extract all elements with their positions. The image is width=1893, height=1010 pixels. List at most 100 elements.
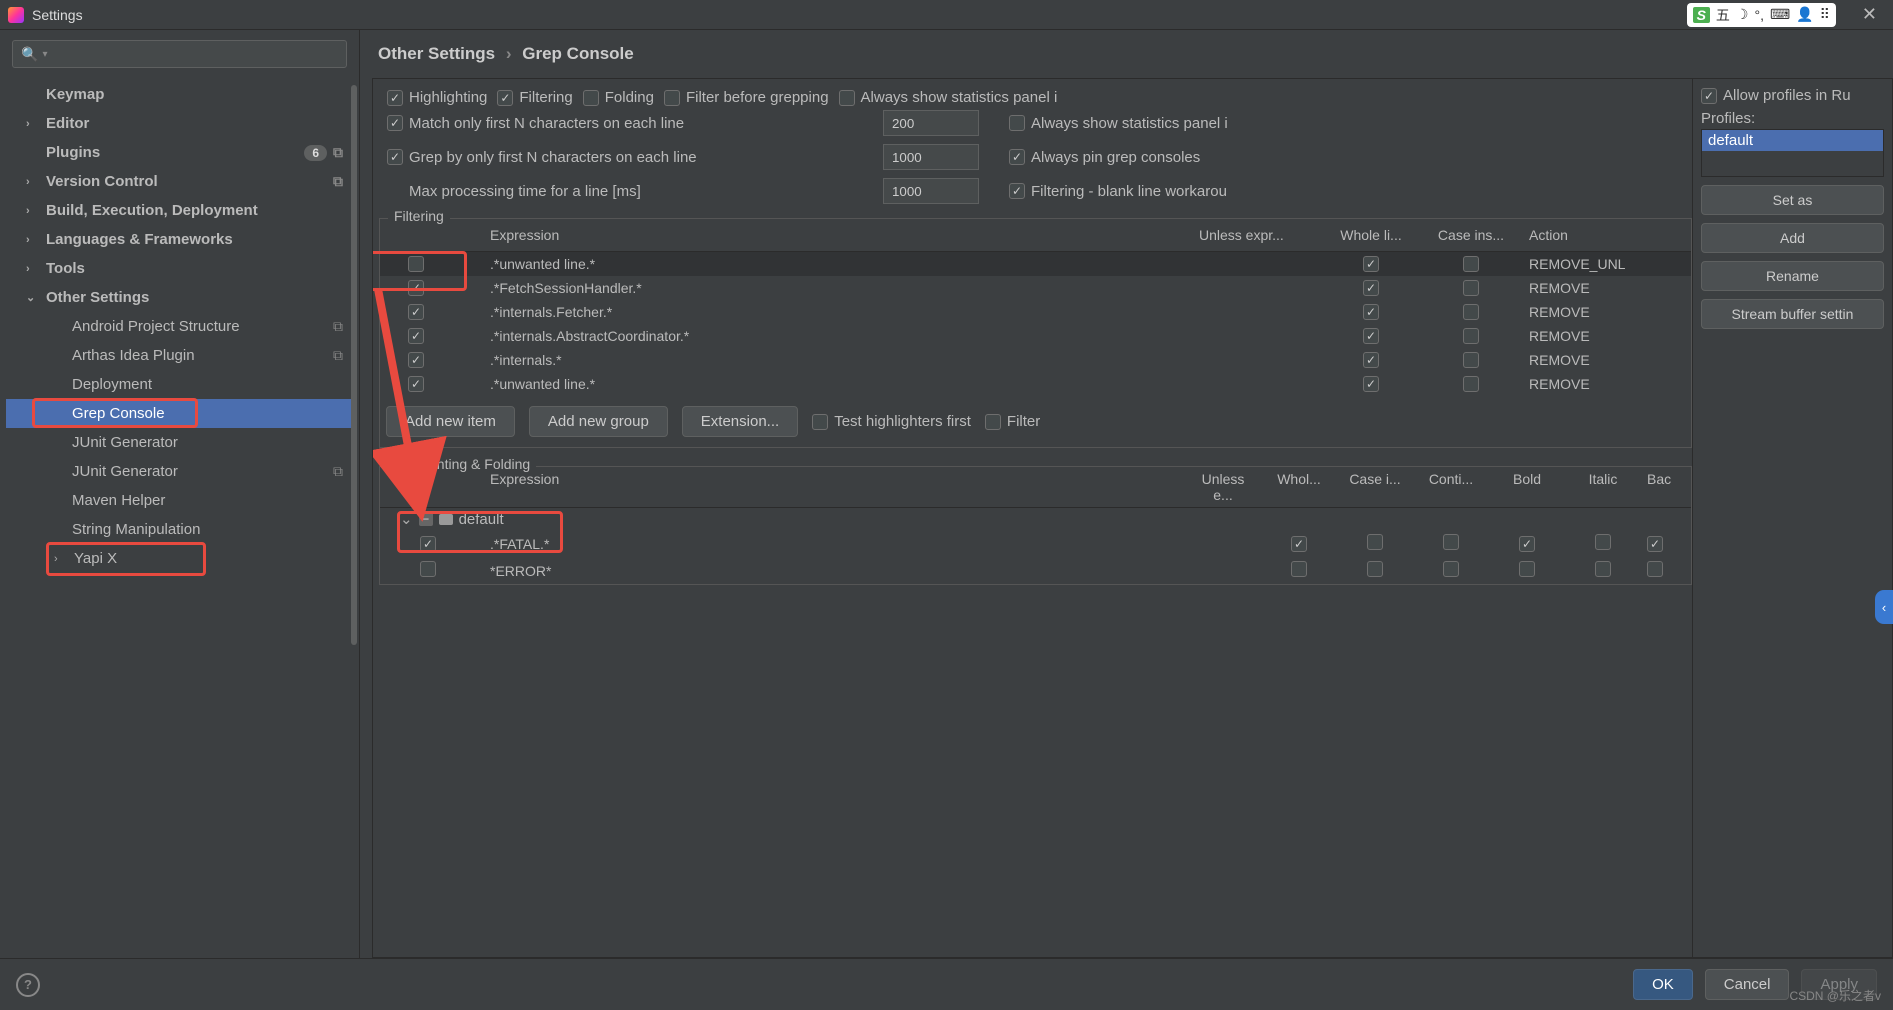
case-checkbox[interactable] — [1463, 328, 1479, 344]
whole-line-checkbox[interactable] — [1363, 352, 1379, 368]
collapse-icon[interactable]: − — [419, 512, 433, 526]
sidebar-item[interactable]: ›Editor — [6, 109, 353, 138]
col-whole[interactable]: Whole li... — [1321, 223, 1421, 247]
col-unless[interactable]: Unless e... — [1185, 467, 1261, 507]
case-checkbox[interactable] — [1463, 280, 1479, 296]
checkbox-filter[interactable] — [985, 414, 1001, 430]
table-row[interactable]: .*internals.Fetcher.*REMOVE — [380, 300, 1691, 324]
search-input[interactable]: 🔍 ▾ — [12, 40, 347, 68]
rename-button[interactable]: Rename — [1701, 261, 1884, 291]
cell-unless[interactable] — [1191, 286, 1321, 290]
cell-expression[interactable]: .*internals.Fetcher.* — [430, 302, 1191, 322]
scrollbar[interactable] — [351, 30, 357, 958]
moon-icon[interactable]: ☽ — [1736, 6, 1749, 23]
sidebar-item[interactable]: ⌄Other Settings — [6, 283, 353, 312]
cell-action[interactable]: REMOVE — [1521, 374, 1661, 394]
table-row[interactable]: .*FATAL.* — [380, 530, 1691, 557]
whole-line-checkbox[interactable] — [1363, 328, 1379, 344]
table-row[interactable]: *ERROR* — [380, 557, 1691, 584]
col-whole[interactable]: Whol... — [1261, 467, 1337, 507]
table-row[interactable]: .*internals.AbstractCoordinator.*REMOVE — [380, 324, 1691, 348]
table-row[interactable]: .*internals.* REMOVE — [380, 348, 1691, 372]
cell-expression[interactable]: .*internals.* — [430, 350, 1191, 370]
checkbox[interactable] — [1595, 534, 1611, 550]
cell-action[interactable]: REMOVE_UNL — [1521, 254, 1661, 274]
col-expression[interactable]: Expression — [430, 223, 1191, 247]
checkbox[interactable] — [497, 90, 513, 106]
cell-action[interactable]: REMOVE — [1521, 350, 1661, 370]
checkbox-allow-profiles[interactable] — [1701, 88, 1717, 104]
set-as-button[interactable]: Set as — [1701, 185, 1884, 215]
checkbox-grep-n[interactable] — [387, 149, 403, 165]
ime-item[interactable]: 五 — [1716, 5, 1730, 25]
sidebar-item[interactable]: Plugins6⧉ — [6, 138, 353, 167]
sidebar-item[interactable]: Grep Console — [6, 399, 353, 428]
cell-unless[interactable] — [1191, 334, 1321, 338]
checkbox[interactable] — [1367, 534, 1383, 550]
sidebar-item[interactable]: Arthas Idea Plugin⧉ — [6, 341, 353, 370]
sidebar-item[interactable]: ›Tools — [6, 254, 353, 283]
whole-line-checkbox[interactable] — [1363, 256, 1379, 272]
checkbox-blank[interactable] — [1009, 183, 1025, 199]
checkbox[interactable] — [664, 90, 680, 106]
checkbox[interactable] — [1443, 534, 1459, 550]
checkbox-match-n[interactable] — [387, 115, 403, 131]
checkbox[interactable] — [1291, 536, 1307, 552]
cell-expression[interactable]: .*internals.AbstractCoordinator.* — [430, 326, 1191, 346]
checkbox[interactable] — [1519, 561, 1535, 577]
match-n-input[interactable] — [883, 110, 979, 136]
row-enable-checkbox[interactable] — [408, 376, 424, 392]
sidebar-item[interactable]: Keymap — [6, 80, 353, 109]
cell-unless[interactable] — [1191, 382, 1321, 386]
cell-expression[interactable]: .*FetchSessionHandler.* — [430, 278, 1191, 298]
ime-toolbar[interactable]: S 五 ☽ °, ⌨ 👤 ⠿ — [1687, 3, 1836, 27]
whole-line-checkbox[interactable] — [1363, 280, 1379, 296]
sidebar-item[interactable]: ›Build, Execution, Deployment — [6, 196, 353, 225]
whole-line-checkbox[interactable] — [1363, 304, 1379, 320]
sidebar-item[interactable]: Android Project Structure⧉ — [6, 312, 353, 341]
profiles-list[interactable]: default — [1701, 129, 1884, 177]
whole-line-checkbox[interactable] — [1363, 376, 1379, 392]
cell-unless[interactable] — [1191, 310, 1321, 314]
case-checkbox[interactable] — [1463, 304, 1479, 320]
row-enable-checkbox[interactable] — [408, 280, 424, 296]
side-tab[interactable]: ‹ — [1875, 590, 1893, 624]
col-action[interactable]: Action — [1521, 223, 1661, 247]
row-enable-checkbox[interactable] — [408, 256, 424, 272]
checkbox[interactable] — [1647, 561, 1663, 577]
case-checkbox[interactable] — [1463, 352, 1479, 368]
case-checkbox[interactable] — [1463, 256, 1479, 272]
col-italic[interactable]: Italic — [1565, 467, 1641, 507]
checkbox[interactable] — [1519, 536, 1535, 552]
checkbox[interactable] — [1443, 561, 1459, 577]
add-item-button[interactable]: Add new item — [386, 406, 515, 437]
keyboard-icon[interactable]: ⌨ — [1770, 6, 1790, 23]
grid-icon[interactable]: ⠿ — [1820, 6, 1830, 23]
case-checkbox[interactable] — [1463, 376, 1479, 392]
close-button[interactable]: ✕ — [1854, 4, 1885, 25]
row-enable-checkbox[interactable] — [408, 328, 424, 344]
cell-expression[interactable]: .*unwanted line.* — [430, 254, 1191, 274]
col-bac[interactable]: Bac — [1641, 467, 1691, 507]
checkbox-stats2[interactable] — [1009, 115, 1025, 131]
cell-expression[interactable]: .*unwanted line.* — [430, 374, 1191, 394]
profile-item[interactable]: default — [1702, 130, 1883, 151]
checkbox[interactable] — [1291, 561, 1307, 577]
col-bold[interactable]: Bold — [1489, 467, 1565, 507]
breadcrumb-parent[interactable]: Other Settings — [378, 44, 495, 63]
checkbox[interactable] — [839, 90, 855, 106]
checkbox[interactable] — [1595, 561, 1611, 577]
cell-unless[interactable] — [1191, 358, 1321, 362]
table-row[interactable]: .*unwanted line.* REMOVE_UNL — [380, 252, 1691, 276]
checkbox[interactable] — [583, 90, 599, 106]
sidebar-item[interactable]: ›Languages & Frameworks — [6, 225, 353, 254]
cell-unless[interactable] — [1191, 262, 1321, 266]
table-row[interactable]: .*unwanted line.* REMOVE — [380, 372, 1691, 396]
row-enable-checkbox[interactable] — [408, 352, 424, 368]
sidebar-item[interactable]: Maven Helper — [6, 486, 353, 515]
ime-item[interactable]: °, — [1754, 7, 1764, 23]
table-row[interactable]: .*FetchSessionHandler.*REMOVE — [380, 276, 1691, 300]
sidebar-item[interactable]: ›Version Control⧉ — [6, 167, 353, 196]
col-unless[interactable]: Unless expr... — [1191, 223, 1321, 247]
col-case[interactable]: Case ins... — [1421, 223, 1521, 247]
